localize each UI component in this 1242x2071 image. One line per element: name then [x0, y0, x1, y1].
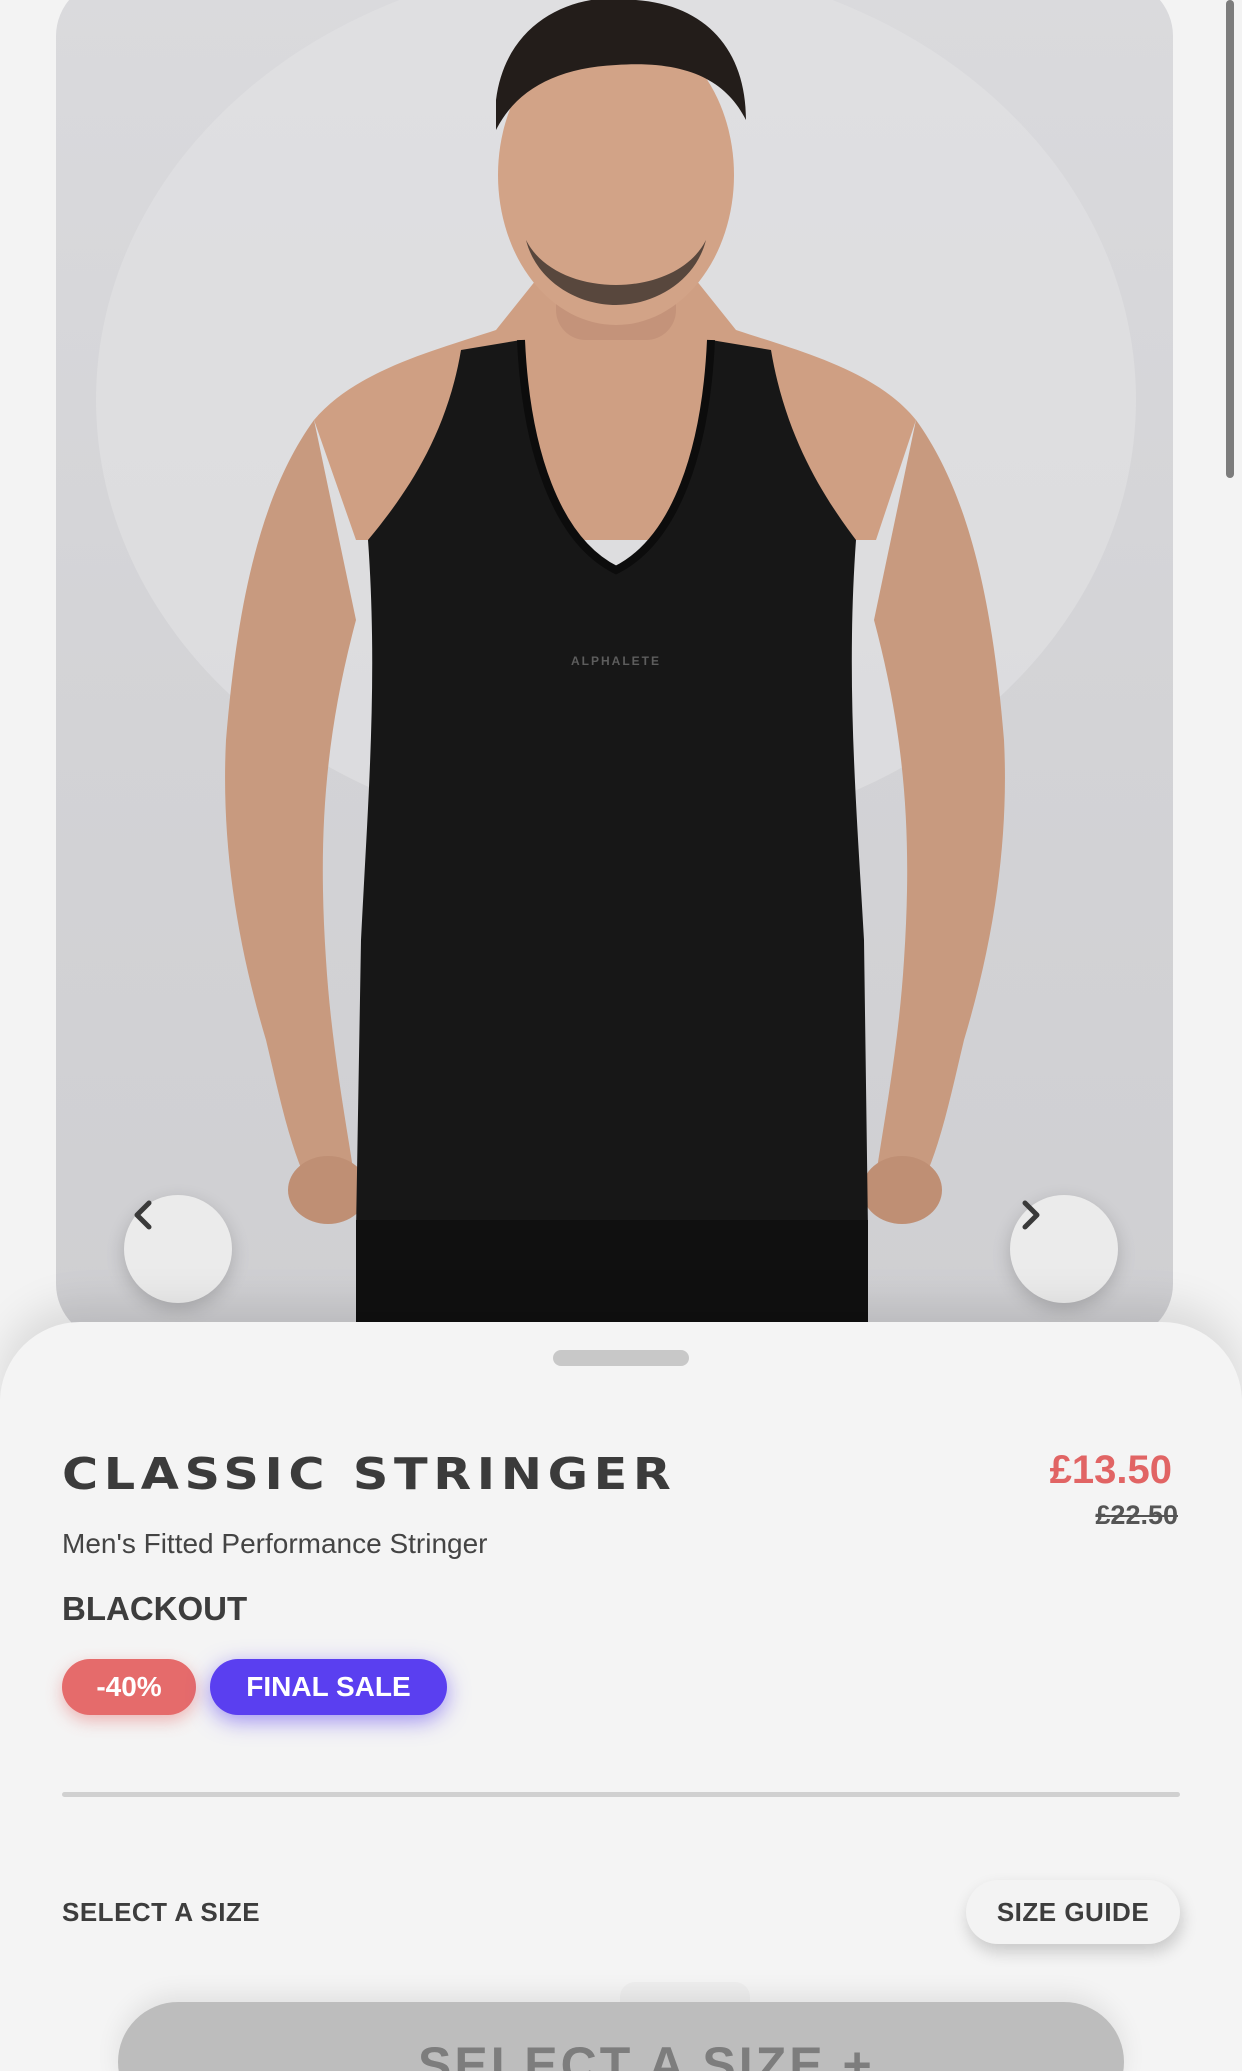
size-guide-button[interactable]: SIZE GUIDE — [966, 1880, 1180, 1944]
current-price: £13.50 — [1049, 1448, 1172, 1492]
select-size-label: SELECT A SIZE — [62, 1897, 261, 1927]
shirt-logo: ALPHALETE — [571, 654, 661, 668]
sheet-drag-handle[interactable] — [553, 1350, 689, 1366]
section-divider — [62, 1792, 1180, 1797]
previous-image-button[interactable] — [124, 1195, 232, 1303]
chevron-left-icon — [134, 1200, 152, 1230]
cta-label: SELECT A SIZE + — [418, 2037, 875, 2071]
original-price: £22.50 — [1095, 1500, 1178, 1530]
product-colour: BLACKOUT — [62, 1590, 248, 1627]
select-size-cta-button[interactable]: SELECT A SIZE + — [118, 2002, 1124, 2071]
final-sale-badge: FINAL SALE — [210, 1659, 447, 1715]
product-subtitle: Men's Fitted Performance Stringer — [62, 1528, 488, 1559]
product-details-sheet: CLASSIC STRINGER £13.50 £22.50 Men's Fit… — [0, 1322, 1242, 2071]
next-image-button[interactable] — [1010, 1195, 1118, 1303]
product-title: CLASSIC STRINGER — [62, 1449, 677, 1500]
chevron-right-icon — [1022, 1200, 1040, 1230]
product-image[interactable]: ALPHALETE — [56, 0, 1173, 1340]
product-photo: ALPHALETE — [96, 0, 1136, 1340]
discount-badge: -40% — [62, 1659, 196, 1715]
page-scrollbar[interactable] — [1226, 0, 1234, 478]
